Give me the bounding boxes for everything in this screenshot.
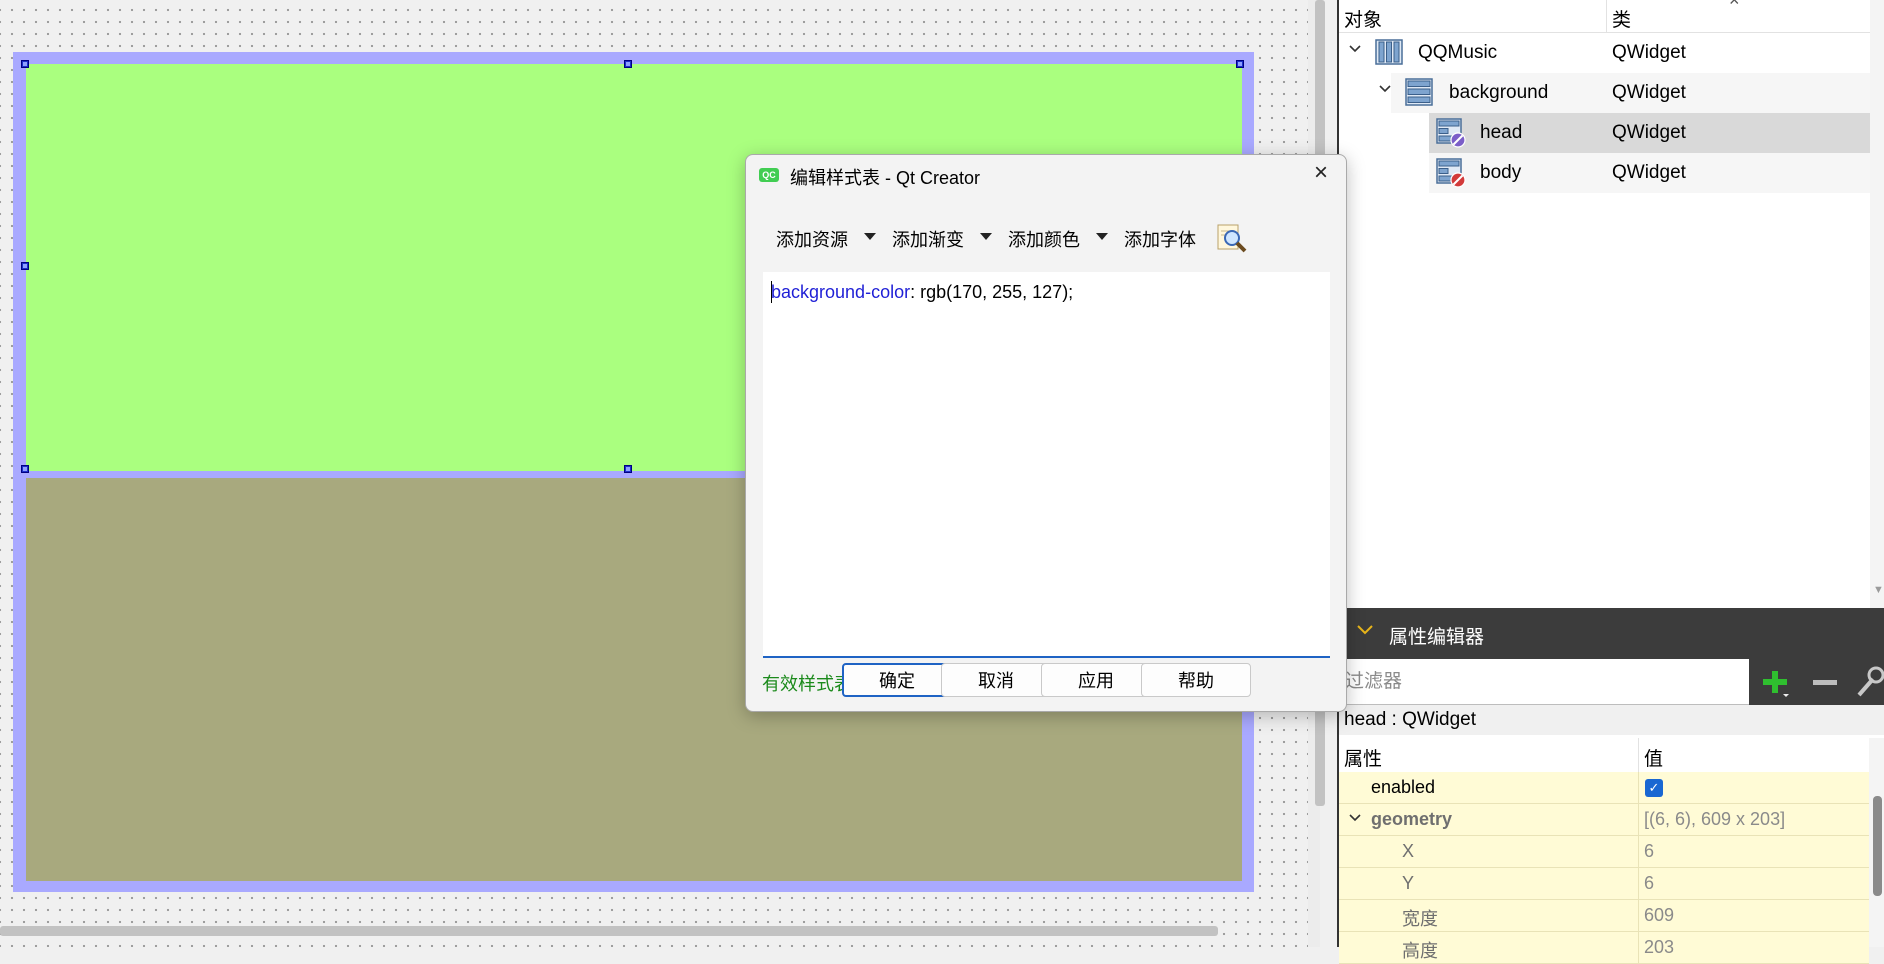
tree-item-class: QWidget [1612, 122, 1686, 143]
resize-handle-left[interactable] [21, 262, 29, 270]
css-property-name: background-color [771, 282, 911, 302]
resize-handle-top[interactable] [624, 60, 632, 68]
tree-item-class: QWidget [1612, 42, 1686, 63]
chevron-down-icon[interactable] [1347, 41, 1363, 57]
add-dynamic-property-button[interactable] [1759, 667, 1791, 699]
tree-item-name: QQMusic [1418, 42, 1498, 63]
column-header-object[interactable]: 对象 [1344, 5, 1382, 32]
property-row-geometry[interactable]: geometry [(6, 6), 609 x 203] [1339, 804, 1869, 836]
stylesheet-valid-status: 有效样式表 [762, 674, 852, 694]
right-dock-panel: 对象 类 × QQMusic QWidget background QWidge… [1337, 0, 1884, 964]
add-gradient-button[interactable]: 添加渐变 [892, 226, 964, 252]
property-editor-scrollbar[interactable] [1869, 738, 1884, 947]
chevron-down-icon[interactable] [1377, 81, 1393, 97]
tree-row-background[interactable]: background QWidget [1339, 73, 1864, 113]
property-value[interactable]: [(6, 6), 609 x 203] [1644, 809, 1785, 830]
property-scroll-thumb[interactable] [1873, 796, 1882, 896]
chevron-down-icon[interactable] [1355, 619, 1375, 644]
property-value[interactable]: 6 [1644, 873, 1654, 894]
resize-handle-top-right[interactable] [1236, 60, 1244, 68]
add-color-button[interactable]: 添加颜色 [1008, 226, 1080, 252]
tree-row-body[interactable]: body QWidget [1339, 153, 1864, 193]
widget-broken-layout-icon [1435, 157, 1466, 188]
close-icon[interactable]: × [1729, 0, 1740, 11]
tree-item-name: background [1449, 82, 1549, 103]
property-name: Y [1402, 873, 1415, 893]
property-value[interactable]: 203 [1644, 937, 1674, 958]
tree-row-qqmusic[interactable]: QQMusic QWidget [1339, 33, 1864, 73]
property-row-y[interactable]: Y 6 [1339, 868, 1869, 900]
stylesheet-text-editor[interactable]: background-color: rgb(170, 255, 127); [763, 272, 1330, 658]
selected-object-label: head : QWidget [1339, 705, 1884, 735]
object-inspector-header: 对象 类 × [1339, 0, 1884, 33]
add-resource-dropdown-icon[interactable] [864, 233, 876, 240]
widget-rows-icon [1404, 77, 1434, 107]
widget-broken-layout-icon [1435, 117, 1466, 148]
chevron-down-icon[interactable] [1347, 810, 1363, 831]
property-name: X [1402, 841, 1415, 861]
property-toolbar [1749, 659, 1884, 705]
property-value[interactable]: 609 [1644, 905, 1674, 926]
stylesheet-line: background-color: rgb(170, 255, 127); [771, 282, 1073, 303]
value-divider [1638, 772, 1639, 803]
value-divider [1638, 900, 1639, 931]
property-row-enabled[interactable]: enabled ✓ [1339, 772, 1869, 804]
property-name: 高度 [1402, 941, 1438, 961]
value-divider [1638, 804, 1639, 835]
cancel-button[interactable]: 取消 [941, 663, 1051, 697]
column-divider[interactable] [1638, 738, 1639, 772]
resize-handle-top-left[interactable] [21, 60, 29, 68]
apply-button[interactable]: 应用 [1041, 663, 1151, 697]
property-name: geometry [1371, 809, 1453, 829]
add-color-dropdown-icon[interactable] [1096, 233, 1108, 240]
object-inspector-scrollbar[interactable]: ▼ [1870, 0, 1884, 608]
column-header-class[interactable]: 类 [1612, 5, 1631, 32]
qt-creator-icon: QC [759, 168, 779, 182]
property-row-width[interactable]: 宽度 609 [1339, 900, 1869, 932]
property-editor-title: 属性编辑器 [1389, 627, 1485, 648]
edit-stylesheet-dialog: QC 编辑样式表 - Qt Creator × 添加资源 添加渐变 添加颜色 添… [745, 154, 1347, 712]
add-gradient-dropdown-icon[interactable] [980, 233, 992, 240]
resize-handle-bottom-left[interactable] [21, 465, 29, 473]
resize-handle-bottom[interactable] [624, 465, 632, 473]
scroll-down-arrow-icon[interactable]: ▼ [1873, 584, 1884, 596]
property-editor-titlebar: 属性编辑器 [1339, 608, 1884, 659]
canvas-horizontal-scroll-thumb[interactable] [0, 926, 1218, 936]
column-header-value[interactable]: 值 [1644, 744, 1663, 771]
property-name: enabled [1371, 777, 1436, 797]
help-button[interactable]: 帮助 [1141, 663, 1251, 697]
tree-item-class: QWidget [1612, 162, 1686, 183]
property-row-height[interactable]: 高度 203 [1339, 932, 1869, 964]
column-divider[interactable] [1606, 0, 1607, 32]
css-property-value: : rgb(170, 255, 127); [910, 282, 1074, 302]
value-divider [1638, 836, 1639, 867]
value-divider [1638, 868, 1639, 899]
tree-item-class: QWidget [1612, 82, 1686, 103]
tree-row-head[interactable]: head QWidget [1339, 113, 1864, 153]
enabled-checkbox[interactable]: ✓ [1645, 779, 1663, 797]
property-value[interactable]: 6 [1644, 841, 1654, 862]
property-table-header: 属性 值 [1339, 738, 1869, 773]
tree-item-name: body [1480, 162, 1522, 183]
dialog-title: 编辑样式表 - Qt Creator [790, 168, 981, 188]
value-divider [1638, 932, 1639, 963]
tree-item-name: head [1480, 122, 1523, 143]
add-resource-button[interactable]: 添加资源 [776, 226, 848, 252]
magnifier-icon[interactable] [1215, 221, 1249, 255]
property-filter-input[interactable] [1339, 659, 1749, 705]
close-icon[interactable]: × [1308, 161, 1334, 187]
widget-columns-icon [1374, 37, 1404, 67]
property-row-x[interactable]: X 6 [1339, 836, 1869, 868]
ok-button[interactable]: 确定 [842, 663, 952, 697]
add-font-button[interactable]: 添加字体 [1124, 226, 1196, 252]
column-header-property[interactable]: 属性 [1344, 744, 1382, 771]
wrench-icon[interactable] [1853, 665, 1884, 699]
property-name: 宽度 [1402, 909, 1438, 929]
remove-dynamic-property-button[interactable] [1809, 667, 1841, 699]
